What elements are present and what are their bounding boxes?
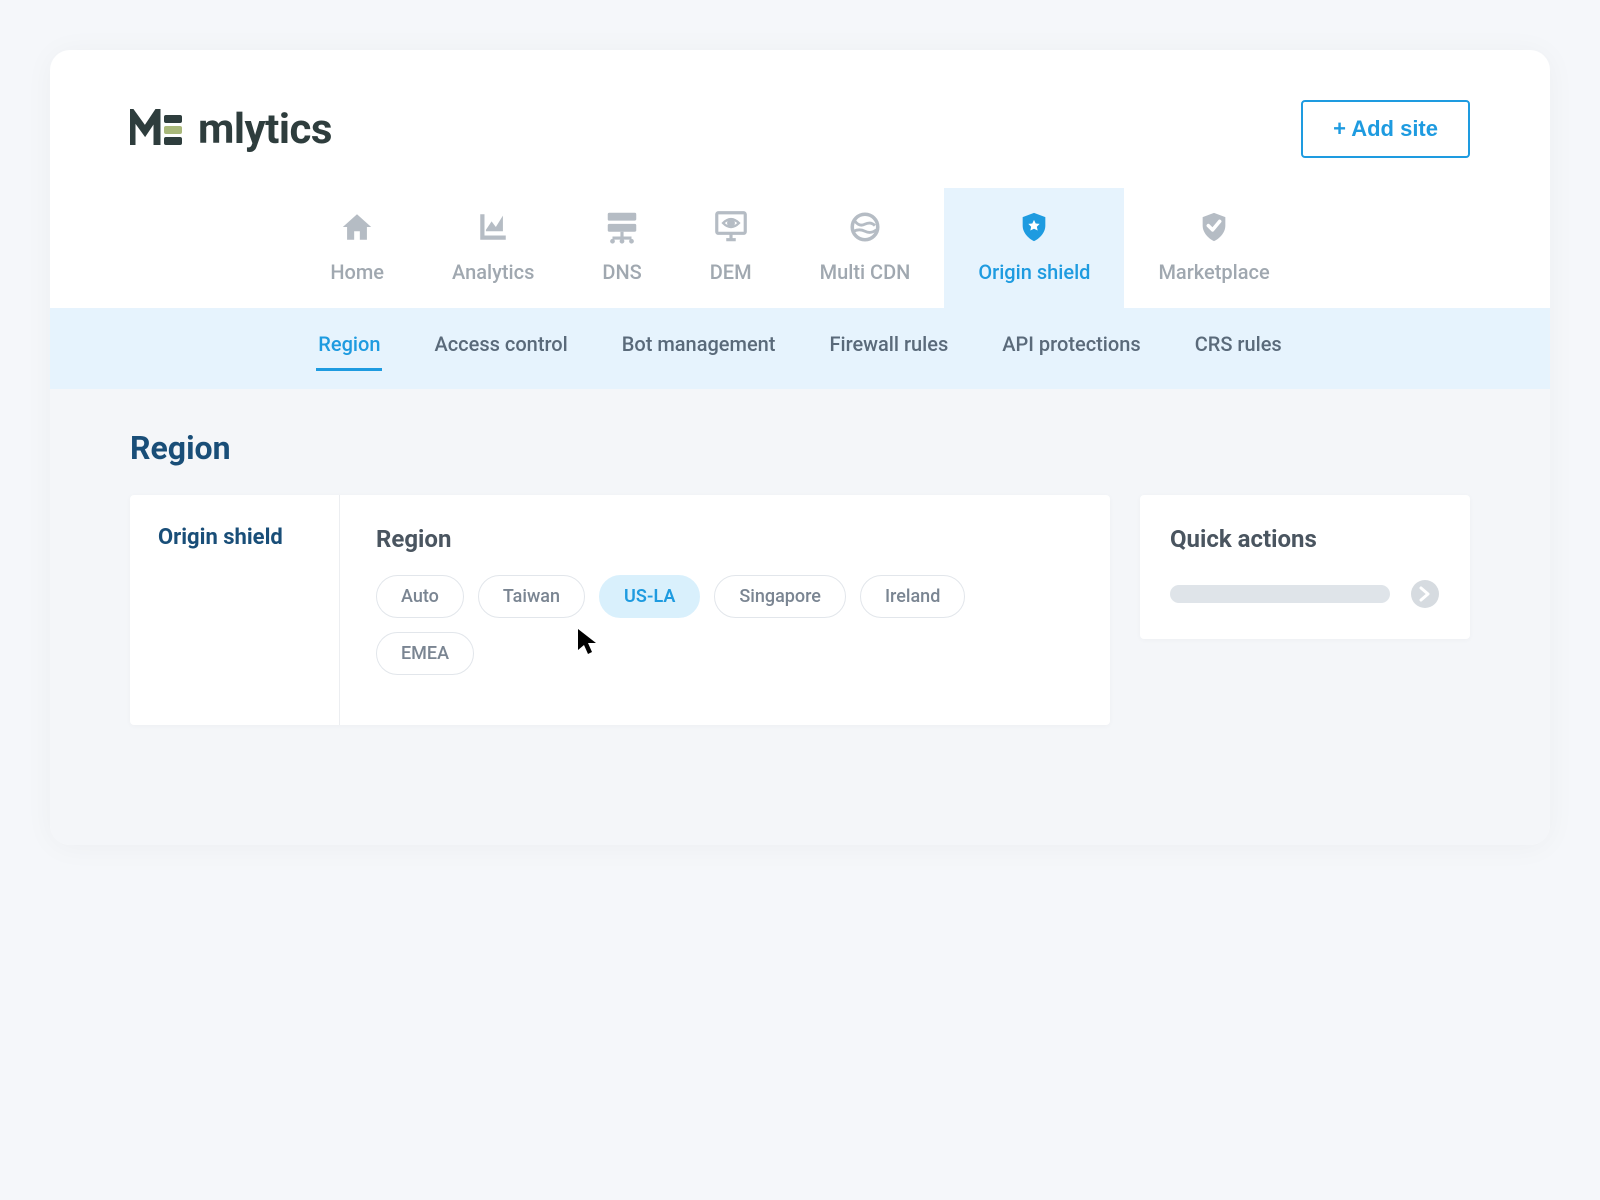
quick-actions-panel: Quick actions [1140,495,1470,639]
nav-item-home[interactable]: Home [296,188,418,308]
shield-check-icon [1195,208,1233,246]
region-chip-us-la[interactable]: US-LA [599,575,700,618]
region-chip-auto[interactable]: Auto [376,575,464,618]
shield-star-icon [1015,208,1053,246]
nav-item-dem[interactable]: DEM [676,188,786,308]
monitor-eye-icon [712,208,750,246]
nav-label: DEM [710,260,752,284]
panel-body: Region Auto Taiwan US-LA Singapore Irela… [340,495,1110,725]
nav-label: DNS [602,260,641,284]
tab-crs-rules[interactable]: CRS rules [1193,326,1284,371]
globe-icon [846,208,884,246]
nav-label: Origin shield [978,260,1090,284]
quick-action-placeholder [1170,585,1390,603]
panel-sidebar: Origin shield [130,495,340,725]
chart-icon [474,208,512,246]
page-title: Region [130,429,1470,467]
region-chip-emea[interactable]: EMEA [376,632,474,675]
arrow-right-circle-icon[interactable] [1410,579,1440,609]
app-window: mlytics + Add site Home Analytics [50,50,1550,845]
panels-row: Origin shield Region Auto Taiwan US-LA S… [130,495,1470,725]
quick-action-row [1170,579,1440,609]
header: mlytics + Add site [50,50,1550,188]
nav-label: Multi CDN [820,260,911,284]
logo-mark-icon [130,109,184,149]
nav-item-marketplace[interactable]: Marketplace [1124,188,1303,308]
nav-item-dns[interactable]: DNS [568,188,675,308]
server-icon [603,208,641,246]
nav-item-origin-shield[interactable]: Origin shield [944,188,1124,308]
tab-bot-management[interactable]: Bot management [620,326,778,371]
tab-firewall-rules[interactable]: Firewall rules [827,326,950,371]
tab-api-protections[interactable]: API protections [1000,326,1142,371]
nav-label: Marketplace [1158,260,1269,284]
brand-name: mlytics [198,105,332,154]
region-panel: Origin shield Region Auto Taiwan US-LA S… [130,495,1110,725]
nav-label: Analytics [452,260,534,284]
content-area: Region Origin shield Region Auto Taiwan … [50,389,1550,845]
nav-item-analytics[interactable]: Analytics [418,188,568,308]
panel-sidebar-title: Origin shield [158,525,311,550]
quick-actions-title: Quick actions [1170,525,1440,553]
nav-label: Home [330,260,384,284]
nav-item-multi-cdn[interactable]: Multi CDN [786,188,945,308]
home-icon [338,208,376,246]
region-chip-taiwan[interactable]: Taiwan [478,575,585,618]
region-chip-ireland[interactable]: Ireland [860,575,965,618]
region-chip-group: Auto Taiwan US-LA Singapore Ireland EMEA [376,575,1074,675]
brand-logo: mlytics [130,105,332,154]
add-site-button[interactable]: + Add site [1301,100,1470,158]
primary-nav: Home Analytics DNS [50,188,1550,308]
tab-access-control[interactable]: Access control [432,326,569,371]
region-chip-singapore[interactable]: Singapore [714,575,846,618]
secondary-nav: Region Access control Bot management Fir… [50,308,1550,389]
region-section-title: Region [376,525,1074,553]
tab-region[interactable]: Region [316,326,382,371]
